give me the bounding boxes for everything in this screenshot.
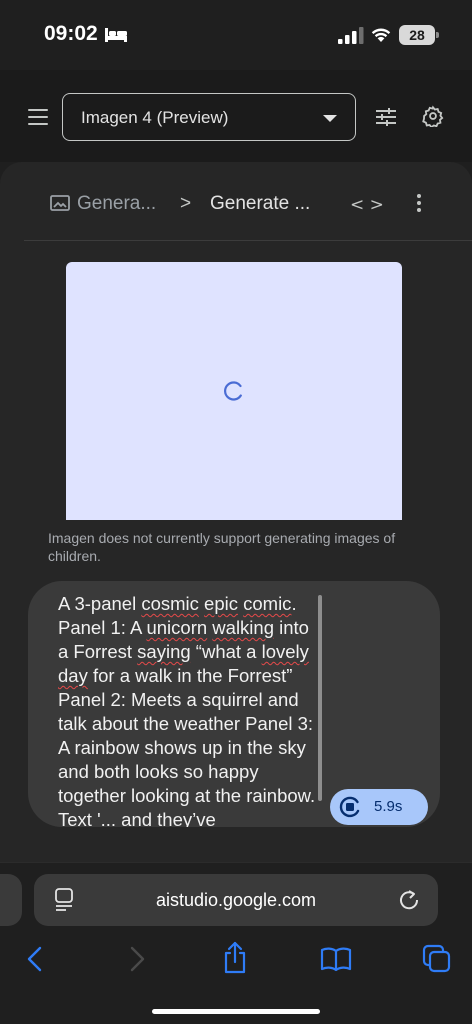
image-output-placeholder [66, 262, 402, 520]
breadcrumb-separator: > [180, 193, 192, 214]
prompt-segment: for a walk in the Forrest” Panel 2: Meet… [58, 665, 316, 827]
breadcrumb-item-current[interactable]: Generate ... [210, 193, 310, 215]
menu-icon[interactable] [28, 109, 48, 125]
status-time: 09:02 [44, 22, 98, 45]
prompt-text[interactable]: A 3-panel cosmic epic comic. Panel 1: A … [58, 592, 320, 827]
status-bar: 09:02 28 [0, 0, 472, 70]
url-text: aistudio.google.com [155, 890, 317, 910]
battery-icon: 28 [399, 25, 439, 45]
prompt-scrollbar[interactable] [318, 595, 322, 801]
more-vert-icon[interactable] [413, 194, 425, 216]
misspelled-word: cosmic [141, 593, 199, 614]
misspelled-word: walking [212, 617, 274, 638]
model-select[interactable]: Imagen 4 (Preview) [62, 93, 356, 141]
tune-icon[interactable] [375, 106, 397, 128]
misspelled-word: comic [243, 593, 292, 614]
browser-toolbar [0, 941, 472, 977]
address-bar[interactable]: aistudio.google.com [34, 874, 438, 926]
stop-run-button[interactable]: 5.9s [330, 789, 428, 825]
previous-tab-peek[interactable] [0, 874, 22, 926]
tabs-icon[interactable] [422, 944, 452, 974]
misspelled-word: epic [204, 593, 238, 614]
wifi-icon [371, 28, 391, 42]
app-header: Imagen 4 (Preview) [0, 70, 472, 162]
breadcrumb: Genera... > Generate ... < > [0, 162, 472, 240]
model-select-label: Imagen 4 (Preview) [81, 108, 229, 127]
back-icon[interactable] [24, 945, 46, 973]
gear-icon[interactable] [422, 105, 444, 127]
main-panel: Genera... > Generate ... < > Imagen does… [0, 162, 472, 862]
misspelled-word: saying [137, 641, 191, 662]
stop-icon [339, 796, 360, 818]
forward-icon [130, 946, 145, 972]
prompt-input[interactable]: A 3-panel cosmic epic comic. Panel 1: A … [28, 581, 440, 827]
misspelled-word: day [58, 665, 88, 686]
prompt-segment: “what a [190, 641, 262, 662]
image-icon [50, 195, 70, 211]
signal-icon [338, 27, 364, 44]
prompt-segment: A 3-panel [58, 593, 142, 614]
code-icon[interactable]: < > [350, 195, 384, 215]
safety-notice: Imagen does not currently support genera… [48, 530, 396, 564]
chevron-down-icon [323, 115, 337, 122]
misspelled-word: lovely [261, 641, 309, 662]
run-time: 5.9s [374, 798, 403, 815]
share-icon[interactable] [221, 941, 249, 975]
home-indicator[interactable] [152, 1009, 320, 1014]
reload-icon[interactable] [398, 889, 420, 911]
bookmarks-icon[interactable] [320, 946, 352, 972]
breadcrumb-item-generate-images[interactable]: Genera... [77, 193, 156, 215]
browser-bar: aistudio.google.com [0, 862, 472, 1024]
bed-icon [105, 28, 127, 42]
divider [24, 240, 472, 241]
loading-spinner-icon [224, 381, 242, 401]
misspelled-word: unicorn [146, 617, 208, 638]
